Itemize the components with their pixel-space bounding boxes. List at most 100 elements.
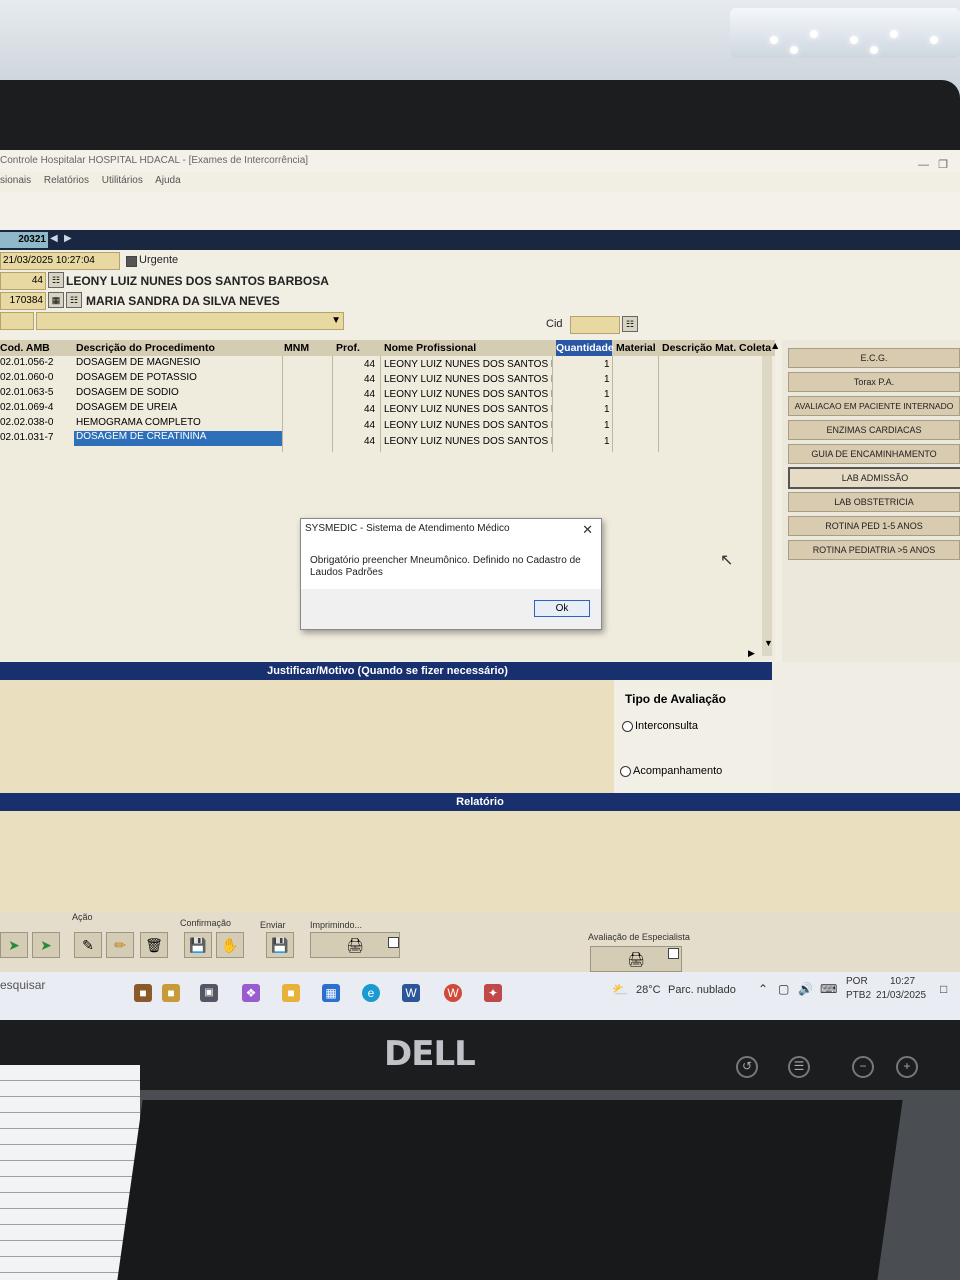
search-professional-icon[interactable]: ☷ (48, 272, 64, 288)
table-row-selected[interactable]: 02.01.031-7 DOSAGEM DE CREATININA (0, 431, 282, 446)
row-desc: HEMOGRAMA COMPLETO (76, 417, 201, 428)
shortcut-button-active[interactable]: LAB ADMISSÃO (788, 467, 960, 489)
col-mnm[interactable]: MNM (284, 342, 309, 354)
professional-code-field[interactable]: 44 (0, 272, 46, 290)
shortcut-button[interactable]: LAB OBSTETRICIA (788, 492, 960, 512)
table-row[interactable]: 44 LEONY LUIZ NUNES DOS SANTOS E 1 (282, 373, 772, 388)
shortcut-button[interactable]: GUIA DE ENCAMINHAMENTO (788, 444, 960, 464)
specialist-checkbox[interactable] (668, 948, 679, 959)
task-view-icon[interactable]: ▣ (200, 984, 218, 1002)
table-row[interactable]: 44 LEONY LUIZ NUNES DOS SANTOS E 1 (282, 358, 772, 373)
datetime-field[interactable]: 21/03/2025 10:27:04 (0, 252, 120, 270)
folder-icon[interactable]: ■ (282, 984, 300, 1002)
menu-ajuda[interactable]: Ajuda (155, 175, 181, 186)
table-row[interactable]: 02.01.063-5 DOSAGEM DE SODIO (0, 386, 282, 401)
table-row[interactable]: 44 LEONY LUIZ NUNES DOS SANTOS E 1 (282, 388, 772, 403)
row-cod: 02.01.063-5 (0, 387, 54, 398)
input-source-icon[interactable]: ↺ (736, 1056, 758, 1078)
col-prof[interactable]: Prof. (336, 342, 360, 354)
menu-profissionais[interactable]: sionais (0, 175, 31, 186)
search-cid-icon[interactable]: ☷ (622, 316, 638, 332)
col-qtd[interactable]: Quantidade (556, 340, 614, 356)
table-row[interactable]: 02.01.056-2 DOSAGEM DE MAGNESIO (0, 356, 282, 371)
weather-icon[interactable]: ⛅ (612, 982, 628, 998)
new-icon[interactable]: ✎ (74, 932, 102, 958)
shortcut-button[interactable]: E.C.G. (788, 348, 960, 368)
procedure-select[interactable]: ▼ (36, 312, 344, 330)
acompanhamento-radio[interactable] (620, 766, 631, 777)
shortcut-button[interactable]: Torax P.A. (788, 372, 960, 392)
table-row[interactable]: 02.01.069-4 DOSAGEM DE UREIA (0, 401, 282, 416)
send-icon[interactable]: 💾 (266, 932, 294, 958)
chevron-up-icon[interactable]: ⌃ (758, 982, 768, 996)
scroll-up-icon[interactable]: ▲ (770, 340, 780, 352)
lang-variant[interactable]: PTB2 (846, 990, 871, 1001)
keyboard-icon[interactable]: ⌨ (820, 982, 837, 996)
col-nome[interactable]: Nome Profissional (384, 342, 476, 354)
shortcut-button[interactable]: ENZIMAS CARDIACAS (788, 420, 960, 440)
copilot-icon[interactable]: ❖ (242, 984, 260, 1002)
toolbar-area (0, 192, 960, 230)
search-box[interactable]: esquisar (0, 978, 45, 992)
patient-code-field[interactable]: 170384 (0, 292, 46, 310)
record-number-field[interactable]: 20321 (0, 232, 48, 248)
scroll-right-icon[interactable]: ▶ (748, 648, 755, 659)
prev-arrow-icon[interactable]: ➤ (0, 932, 28, 958)
urgent-checkbox[interactable] (126, 256, 137, 267)
wps-icon[interactable]: W (444, 984, 462, 1002)
plus-icon[interactable]: + (896, 1056, 918, 1078)
calendar-icon[interactable]: ▦ (48, 292, 64, 308)
next-arrow-icon[interactable]: ➤ (32, 932, 60, 958)
interconsulta-radio[interactable] (622, 721, 633, 732)
col-material[interactable]: Material (616, 342, 656, 354)
lang-label[interactable]: POR (846, 976, 868, 987)
app-icon[interactable]: ■ (134, 984, 152, 1002)
menu-utilitarios[interactable]: Utilitários (102, 175, 143, 186)
table-row[interactable]: 44 LEONY LUIZ NUNES DOS SANTOS E 1 (282, 403, 772, 418)
delete-icon[interactable]: 🗑 (140, 932, 168, 958)
table-row[interactable]: 02.02.038-0 HEMOGRAMA COMPLETO (0, 416, 282, 431)
col-cod[interactable]: Cod. AMB (0, 342, 50, 354)
search-patient-icon[interactable]: ☷ (66, 292, 82, 308)
store-icon[interactable]: ▦ (322, 984, 340, 1002)
shortcut-button[interactable]: ROTINA PED 1-5 ANOS (788, 516, 960, 536)
sysmedic-icon[interactable]: ✦ (484, 984, 502, 1002)
volume-icon[interactable]: 🔊 (798, 982, 813, 996)
ok-button[interactable]: Ok (534, 600, 590, 617)
word-icon[interactable]: W (402, 984, 420, 1002)
row-prof: 44 (364, 389, 376, 400)
minus-icon[interactable]: − (852, 1056, 874, 1078)
print-checkbox[interactable] (388, 937, 399, 948)
cancel-icon[interactable]: ✋ (216, 932, 244, 958)
network-icon[interactable]: ▢ (778, 982, 789, 996)
col-desc[interactable]: Descrição do Procedimento (76, 342, 215, 354)
clock-time[interactable]: 10:27 (890, 976, 915, 987)
col-desc-mat[interactable]: Descrição Mat. Coleta (662, 342, 771, 354)
edit-icon[interactable]: ✏ (106, 932, 134, 958)
cid-field[interactable] (570, 316, 620, 334)
save-icon[interactable]: 💾 (184, 932, 212, 958)
code-field[interactable] (0, 312, 34, 330)
close-icon[interactable]: ✕ (582, 522, 593, 538)
shortcut-button[interactable]: ROTINA PEDIATRIA >5 ANOS (788, 540, 960, 560)
table-row[interactable]: 02.01.060-0 DOSAGEM DE POTASSIO (0, 371, 282, 386)
notification-icon[interactable]: □ (940, 982, 947, 996)
vertical-scrollbar[interactable] (762, 356, 772, 656)
chevron-down-icon[interactable]: ▼ (331, 313, 341, 329)
next-record-icon[interactable]: ▶ (64, 233, 72, 244)
prev-record-icon[interactable]: ◀ (50, 233, 58, 244)
row-prof: 44 (364, 359, 376, 370)
shortcut-button[interactable]: AVALIACAO EM PACIENTE INTERNADO (788, 396, 960, 416)
clock-date[interactable]: 21/03/2025 (876, 990, 926, 1001)
scroll-down-icon[interactable]: ▼ (764, 638, 773, 648)
table-row[interactable]: 44 LEONY LUIZ NUNES DOS SANTOS E 1 (282, 435, 772, 450)
print-icon[interactable]: 🖨 (310, 932, 400, 958)
edge-icon[interactable]: e (362, 984, 380, 1002)
app-icon[interactable]: ■ (162, 984, 180, 1002)
menu-relatorios[interactable]: Relatórios (44, 175, 89, 186)
interconsulta-label: Interconsulta (635, 720, 698, 732)
table-row[interactable]: 44 LEONY LUIZ NUNES DOS SANTOS E 1 (282, 419, 772, 434)
menu-icon[interactable]: ☰ (788, 1056, 810, 1078)
justify-textarea[interactable] (0, 680, 614, 798)
relatorio-textarea[interactable] (0, 811, 960, 912)
